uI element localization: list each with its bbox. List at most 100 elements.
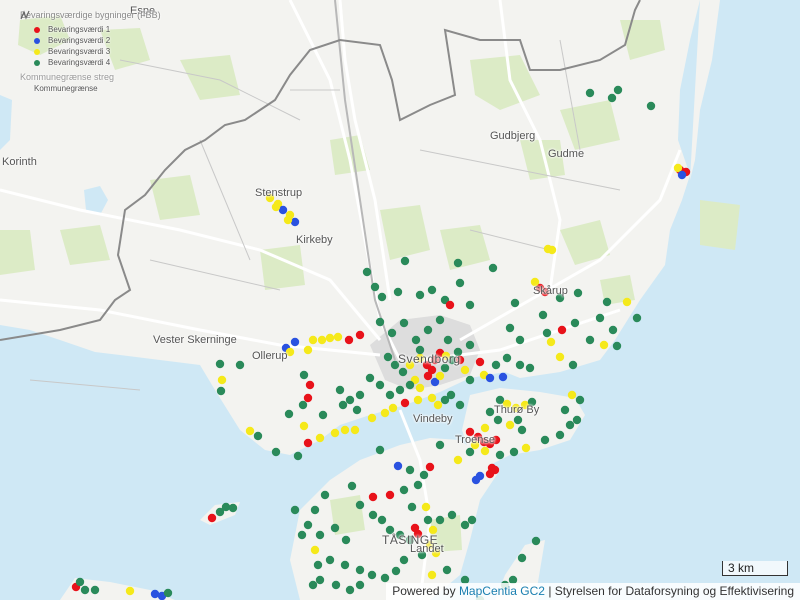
fbb-point[interactable] [455,400,465,410]
fbb-point[interactable] [331,580,341,590]
fbb-point[interactable] [125,586,135,596]
fbb-point[interactable] [375,317,385,327]
fbb-point[interactable] [375,380,385,390]
fbb-point[interactable] [423,515,433,525]
fbb-point[interactable] [297,530,307,540]
fbb-point[interactable] [493,415,503,425]
fbb-point[interactable] [370,282,380,292]
fbb-point[interactable] [568,360,578,370]
fbb-point[interactable] [271,202,281,212]
fbb-point[interactable] [560,405,570,415]
fbb-point[interactable] [453,258,463,268]
fbb-point[interactable] [345,395,355,405]
fbb-point[interactable] [677,170,687,180]
fbb-point[interactable] [435,371,445,381]
fbb-point[interactable] [340,425,350,435]
fbb-point[interactable] [303,345,313,355]
fbb-point[interactable] [310,505,320,515]
fbb-point[interactable] [80,585,90,595]
fbb-point[interactable] [460,365,470,375]
fbb-point[interactable] [405,465,415,475]
fbb-point[interactable] [315,433,325,443]
fbb-point[interactable] [298,400,308,410]
fbb-point[interactable] [599,340,609,350]
fbb-point[interactable] [284,409,294,419]
fbb-point[interactable] [305,380,315,390]
fbb-point[interactable] [375,445,385,455]
fbb-point[interactable] [368,492,378,502]
fbb-point[interactable] [465,447,475,457]
fbb-point[interactable] [515,360,525,370]
fbb-point[interactable] [415,290,425,300]
fbb-point[interactable] [453,455,463,465]
fbb-point[interactable] [380,573,390,583]
fbb-point[interactable] [465,300,475,310]
fbb-point[interactable] [612,341,622,351]
fbb-point[interactable] [317,335,327,345]
fbb-point[interactable] [421,502,431,512]
fbb-point[interactable] [377,515,387,525]
fbb-point[interactable] [355,390,365,400]
fbb-point[interactable] [435,315,445,325]
fbb-point[interactable] [308,580,318,590]
fbb-point[interactable] [407,502,417,512]
fbb-point[interactable] [485,373,495,383]
fbb-point[interactable] [299,421,309,431]
fbb-point[interactable] [595,313,605,323]
fbb-point[interactable] [540,435,550,445]
fbb-point[interactable] [215,359,225,369]
fbb-point[interactable] [515,335,525,345]
fbb-point[interactable] [427,393,437,403]
fbb-point[interactable] [75,577,85,587]
fbb-point[interactable] [433,400,443,410]
fbb-point[interactable] [570,318,580,328]
fbb-point[interactable] [325,333,335,343]
fbb-point[interactable] [400,256,410,266]
fbb-point[interactable] [413,480,423,490]
fbb-point[interactable] [303,520,313,530]
fbb-point[interactable] [575,395,585,405]
fbb-point[interactable] [245,426,255,436]
fbb-point[interactable] [399,555,409,565]
fbb-point[interactable] [498,372,508,382]
fbb-point[interactable] [235,360,245,370]
fbb-point[interactable] [320,490,330,500]
fbb-point[interactable] [602,297,612,307]
fbb-point[interactable] [330,523,340,533]
fbb-point[interactable] [393,287,403,297]
fbb-point[interactable] [517,553,527,563]
fbb-point[interactable] [333,332,343,342]
fbb-point[interactable] [415,383,425,393]
fbb-point[interactable] [411,335,421,345]
fbb-point[interactable] [557,325,567,335]
fbb-point[interactable] [367,570,377,580]
fbb-point[interactable] [313,560,323,570]
fbb-point[interactable] [385,490,395,500]
fbb-point[interactable] [509,447,519,457]
fbb-point[interactable] [608,325,618,335]
fbb-point[interactable] [517,425,527,435]
fbb-point[interactable] [400,398,410,408]
fbb-point[interactable] [538,310,548,320]
fbb-point[interactable] [90,585,100,595]
fbb-point[interactable] [465,340,475,350]
fbb-point[interactable] [385,390,395,400]
fbb-point[interactable] [485,407,495,417]
fbb-point[interactable] [495,450,505,460]
fbb-point[interactable] [283,215,293,225]
fbb-point[interactable] [350,425,360,435]
fbb-point[interactable] [347,481,357,491]
fbb-point[interactable] [435,440,445,450]
fbb-point[interactable] [299,370,309,380]
fbb-point[interactable] [355,500,365,510]
fbb-point[interactable] [502,353,512,363]
fbb-point[interactable] [355,580,365,590]
fbb-point[interactable] [303,393,313,403]
fbb-point[interactable] [465,375,475,385]
map[interactable]: Espe Korinth Gudbjerg Gudme Stenstrup Ki… [0,0,800,600]
fbb-point[interactable] [290,337,300,347]
fbb-point[interactable] [293,451,303,461]
fbb-point[interactable] [217,375,227,385]
fbb-point[interactable] [413,395,423,405]
fbb-point[interactable] [622,297,632,307]
